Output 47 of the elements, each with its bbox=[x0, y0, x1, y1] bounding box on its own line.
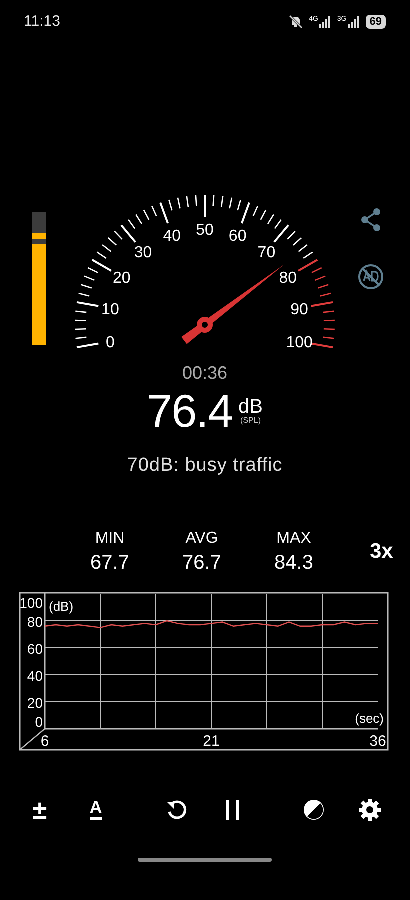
gauge-label: 100 bbox=[286, 334, 313, 352]
axis-label: (dB) bbox=[49, 598, 74, 614]
x-tick-label: 36 bbox=[370, 732, 386, 750]
axis-label: (sec) bbox=[355, 710, 384, 726]
stat-value: 84.3 bbox=[274, 552, 314, 572]
y-tick-label: 0 bbox=[35, 714, 43, 730]
battery-indicator: 69 bbox=[366, 15, 386, 29]
x-tick-label: 6 bbox=[40, 732, 50, 750]
unit-label: dB bbox=[238, 397, 263, 417]
y-tick-label: 60 bbox=[27, 640, 43, 656]
gauge-label: 70 bbox=[258, 244, 276, 262]
stat-value: 67.7 bbox=[90, 552, 130, 572]
stat-label: AVG bbox=[186, 530, 218, 546]
gauge-label: 60 bbox=[228, 228, 247, 245]
y-tick-label: 40 bbox=[27, 668, 43, 684]
gauge-label: 40 bbox=[163, 228, 182, 245]
stat-value: 76.7 bbox=[182, 552, 222, 572]
gauge-label: 50 bbox=[196, 222, 214, 239]
contrast-icon[interactable] bbox=[303, 798, 325, 820]
signal-icon bbox=[319, 16, 332, 28]
reset-icon[interactable] bbox=[166, 798, 188, 820]
settings-icon[interactable] bbox=[358, 798, 382, 822]
decibel-reading: 76.4 bbox=[147, 388, 233, 434]
gauge-label: 10 bbox=[102, 301, 120, 318]
y-tick-label: 100 bbox=[20, 594, 43, 610]
gauge-label: 30 bbox=[134, 244, 152, 262]
gauge-label: 0 bbox=[106, 334, 115, 352]
pause-icon[interactable] bbox=[225, 798, 241, 820]
zoom-button[interactable]: 3x bbox=[370, 536, 394, 568]
stat-label: MIN bbox=[95, 530, 125, 546]
weighting-label: (SPL) bbox=[240, 417, 261, 425]
font-button[interactable]: A bbox=[90, 799, 102, 820]
elapsed-time: 00:36 bbox=[182, 364, 228, 382]
noise-description: 70dB: busy traffic bbox=[127, 454, 283, 478]
gauge-label: 80 bbox=[279, 270, 298, 287]
signal-icon bbox=[348, 16, 360, 28]
bell-off-icon bbox=[289, 15, 304, 29]
y-tick-label: 80 bbox=[27, 614, 43, 630]
y-tick-label: 20 bbox=[27, 694, 43, 710]
status-time: 11:13 bbox=[24, 12, 60, 32]
gauge-label: 90 bbox=[290, 301, 308, 318]
stat-label: MAX bbox=[276, 530, 312, 546]
gauge-label: 20 bbox=[112, 270, 131, 287]
share-icon[interactable] bbox=[360, 208, 382, 232]
x-tick-label: 21 bbox=[203, 732, 220, 750]
calibrate-button[interactable]: ± bbox=[32, 796, 48, 822]
no-ads-icon[interactable] bbox=[358, 264, 384, 290]
